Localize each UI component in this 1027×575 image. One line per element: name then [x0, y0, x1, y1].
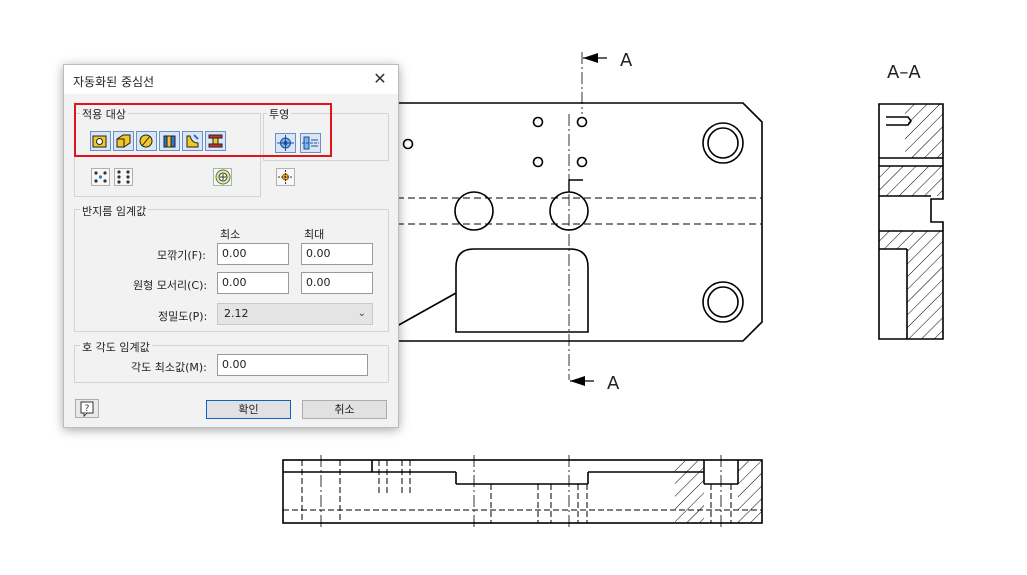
dialog-title: 자동화된 중심선 [73, 75, 155, 89]
rectangular-pattern-icon [114, 168, 133, 186]
section-marker-top: A [583, 50, 633, 71]
section-marker-bottom: A [570, 373, 620, 394]
svg-text:?: ? [85, 404, 90, 414]
precision-select[interactable]: 2.12 ⌄ [217, 303, 373, 325]
fillet-label: 모깎기(F): [157, 249, 206, 262]
automated-centerlines-dialog: 자동화된 중심선 ✕ 적용 대상 투영 반지름 임계값 최소 최대 모깎기(F)… [63, 64, 399, 428]
section-view: A–A [878, 62, 944, 340]
bottom-view [282, 455, 763, 528]
circular-edge-max-input[interactable]: 0.00 [301, 272, 373, 294]
close-icon[interactable]: ✕ [370, 69, 390, 89]
circular-edge-label: 원형 모서리(C): [133, 279, 208, 292]
front-view [396, 102, 763, 342]
front-view-hidden-lines [397, 197, 762, 225]
arc-angle-threshold-label: 호 각도 임계값 [80, 339, 152, 355]
max-header: 최대 [304, 228, 325, 241]
help-icon: ? [80, 401, 94, 417]
center-mark-icon [276, 168, 295, 186]
cancel-button[interactable]: 취소 [302, 400, 387, 419]
section-view-title: A–A [887, 62, 921, 83]
circular-edge-min-input[interactable]: 0.00 [217, 272, 289, 294]
ok-button[interactable]: 확인 [206, 400, 291, 419]
fillet-min-input[interactable]: 0.00 [217, 243, 289, 265]
bolt-circle-button[interactable] [212, 167, 233, 187]
chevron-down-icon: ⌄ [357, 308, 366, 319]
rectangular-pattern-button[interactable] [113, 167, 134, 187]
bolt-circle-icon [213, 168, 232, 186]
min-angle-input[interactable]: 0.00 [217, 354, 368, 376]
precision-label: 정밀도(P): [158, 310, 208, 323]
circular-pattern-icon [91, 168, 110, 186]
radius-threshold-label: 반지름 임계값 [80, 203, 149, 219]
front-view-centerlines [568, 52, 583, 380]
circular-pattern-button[interactable] [90, 167, 111, 187]
fillet-max-input[interactable]: 0.00 [301, 243, 373, 265]
dialog-titlebar: 자동화된 중심선 ✕ [64, 65, 398, 94]
min-angle-label: 각도 최소값(M): [131, 361, 207, 374]
precision-value: 2.12 [224, 307, 249, 320]
section-marker-bottom-letter: A [607, 373, 620, 394]
highlight-box [74, 103, 332, 157]
center-mark-button[interactable] [275, 167, 296, 187]
section-marker-top-letter: A [620, 50, 633, 71]
help-button[interactable]: ? [75, 399, 99, 418]
min-header: 최소 [220, 228, 241, 241]
